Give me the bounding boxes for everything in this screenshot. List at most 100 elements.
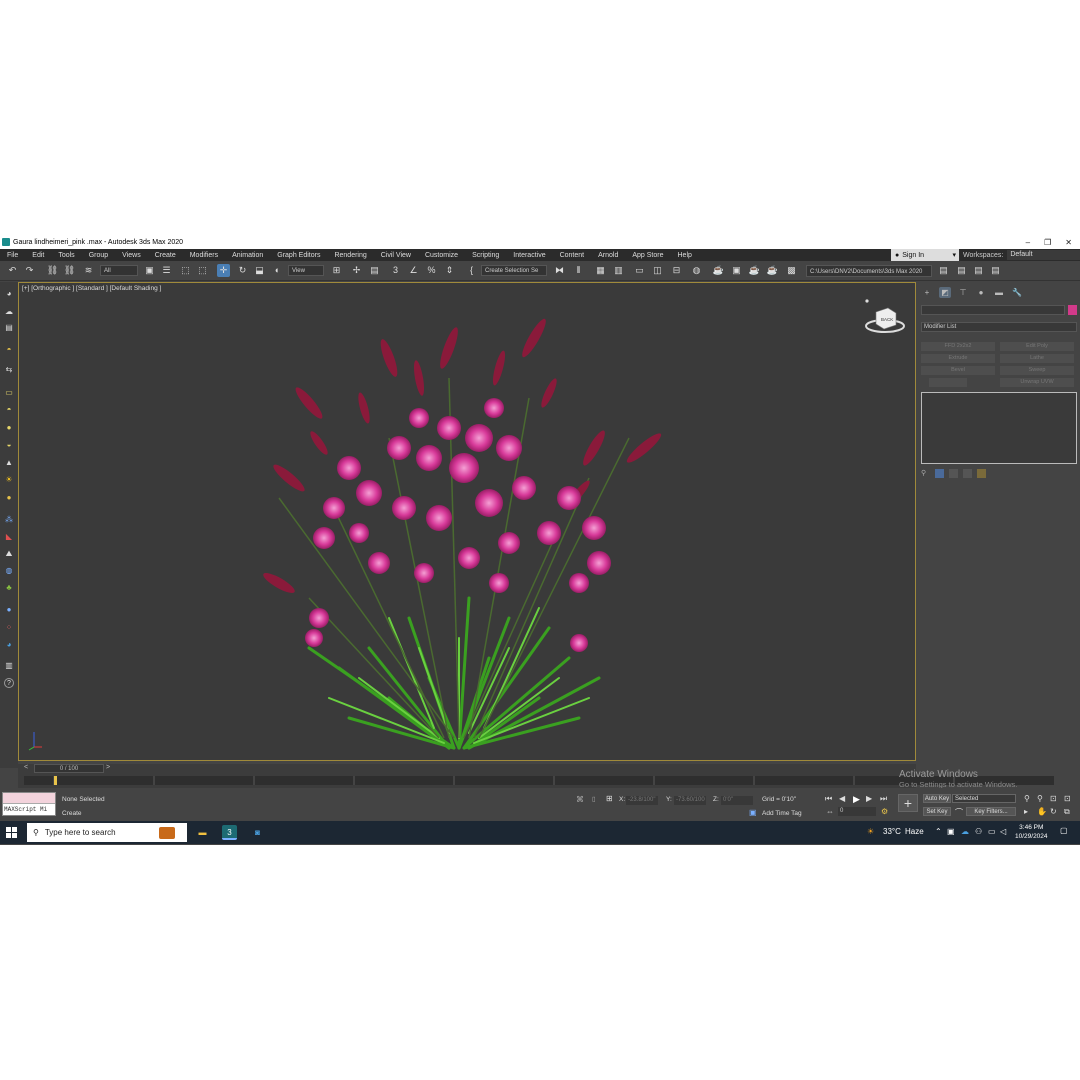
show-end-result-icon[interactable] bbox=[935, 469, 944, 478]
3ds-max-taskbar-icon[interactable]: 3 bbox=[222, 825, 237, 840]
object-color-swatch[interactable] bbox=[1068, 305, 1077, 315]
remove-modifier-icon[interactable] bbox=[963, 469, 972, 478]
time-slider[interactable]: 0 / 100 bbox=[34, 764, 104, 773]
menu-tools[interactable]: Tools bbox=[51, 252, 81, 259]
placement-icon[interactable]: ◐ bbox=[271, 264, 284, 277]
menu-file[interactable]: File bbox=[0, 252, 25, 259]
network-icon[interactable]: ⚇ bbox=[975, 827, 982, 836]
rotate-icon[interactable]: ↻ bbox=[236, 264, 249, 277]
add-time-tag-button[interactable]: Add Time Tag bbox=[762, 810, 802, 817]
modifier-list-dropdown[interactable]: Modifier List bbox=[921, 322, 1077, 332]
z-coordinate-field[interactable]: 0'0" bbox=[721, 796, 753, 805]
menu-app-store[interactable]: App Store bbox=[625, 252, 670, 259]
key-tangent-icon[interactable]: ⌒ bbox=[955, 807, 963, 818]
workspace-dropdown[interactable]: Default bbox=[1007, 250, 1080, 260]
box-icon[interactable]: ▭ bbox=[3, 387, 15, 398]
pin-stack-icon[interactable]: ⚲ bbox=[921, 469, 930, 478]
display-tab-icon[interactable]: ▬ bbox=[993, 287, 1005, 298]
menu-graph-editors[interactable]: Graph Editors bbox=[270, 252, 327, 259]
layer-explorer-icon[interactable]: ▥ bbox=[612, 264, 625, 277]
field-of-view-icon[interactable]: ▸ bbox=[1024, 807, 1028, 816]
link-icon[interactable]: ⛓ bbox=[46, 264, 59, 277]
hair-icon[interactable]: ⛰ bbox=[3, 548, 15, 559]
viewport-orthographic[interactable]: [+] [Orthographic ] [Standard ] [Default… bbox=[18, 282, 916, 761]
render-cloud-icon[interactable]: ▩ bbox=[785, 264, 798, 277]
unlink-icon[interactable]: ⛓ bbox=[63, 264, 76, 277]
selection-region-icon[interactable]: ⬚ bbox=[179, 264, 192, 277]
bind-spacewarp-icon[interactable]: ≋ bbox=[82, 264, 95, 277]
angle-snap-icon[interactable]: ∠ bbox=[407, 264, 420, 277]
align-icon[interactable]: ⫴ bbox=[572, 264, 585, 277]
ribbon-icon[interactable]: ▭ bbox=[633, 264, 646, 277]
play-icon[interactable]: ▶ bbox=[853, 794, 860, 805]
open-project-icon[interactable]: ▤ bbox=[955, 264, 968, 277]
project-path-dropdown[interactable]: C:\Users\DNV2\Documents\3ds Max 2020 bbox=[806, 265, 932, 277]
configure-sets-icon[interactable] bbox=[977, 469, 986, 478]
menu-create[interactable]: Create bbox=[148, 252, 183, 259]
help-icon[interactable]: ? bbox=[4, 678, 14, 688]
scale-icon[interactable]: ⬓ bbox=[253, 264, 266, 277]
orbit-icon[interactable]: ↻ bbox=[1050, 807, 1057, 816]
modify-tab-icon[interactable]: ◩ bbox=[939, 287, 951, 298]
menu-scripting[interactable]: Scripting bbox=[465, 252, 506, 259]
y-coordinate-field[interactable]: -73.60/100 bbox=[674, 796, 706, 805]
menu-interactive[interactable]: Interactive bbox=[506, 252, 552, 259]
menu-civil-view[interactable]: Civil View bbox=[374, 252, 418, 259]
close-button[interactable]: ✕ bbox=[1065, 238, 1072, 247]
maxscript-output[interactable] bbox=[3, 793, 55, 804]
zoom-icon[interactable]: ⚲ bbox=[1024, 794, 1030, 803]
next-frame-button[interactable]: > bbox=[106, 764, 110, 771]
set-key-button[interactable]: Set Key bbox=[923, 807, 951, 816]
sphere-icon[interactable]: ● bbox=[3, 422, 15, 433]
object-name-field[interactable] bbox=[921, 305, 1065, 315]
rendered-frame-icon[interactable]: ▣ bbox=[730, 264, 743, 277]
material-sphere-icon[interactable]: ● bbox=[3, 604, 15, 615]
modifier-button-bevel[interactable]: Bevel bbox=[921, 366, 995, 375]
color-dots-icon[interactable]: ⁘ bbox=[3, 622, 15, 633]
cameras-icon[interactable]: ⇆ bbox=[3, 364, 15, 375]
modifier-button-sweep[interactable]: Sweep bbox=[1000, 366, 1074, 375]
selection-set-icon[interactable]: ◕ bbox=[3, 639, 15, 650]
speaker-icon[interactable]: ◁ bbox=[1000, 827, 1006, 836]
lights-icon[interactable]: ◓ bbox=[3, 344, 15, 355]
dome-icon[interactable]: ● bbox=[3, 492, 15, 503]
auto-key-button[interactable]: Auto Key bbox=[923, 794, 951, 803]
menu-arnold[interactable]: Arnold bbox=[591, 252, 625, 259]
go-to-end-icon[interactable]: ⏭ bbox=[880, 794, 887, 804]
sun-icon[interactable]: ☀ bbox=[3, 474, 15, 485]
teapot-icon[interactable]: ◒ bbox=[3, 439, 15, 450]
absolute-mode-icon[interactable]: ⊞ bbox=[606, 794, 613, 803]
x-coordinate-field[interactable]: -23.8/100" bbox=[626, 796, 658, 805]
create-tab-icon[interactable]: + bbox=[921, 287, 933, 298]
modifier-button-unwrap[interactable]: Unwrap UVW bbox=[1000, 378, 1074, 387]
selection-filter-dropdown[interactable]: All bbox=[100, 265, 138, 276]
render-production-icon[interactable]: ☕ bbox=[748, 264, 761, 277]
menu-customize[interactable]: Customize bbox=[418, 252, 465, 259]
key-mode-dropdown[interactable]: Selected bbox=[952, 794, 1016, 803]
curve-editor-icon[interactable]: ◫ bbox=[651, 264, 664, 277]
lock-selection-icon[interactable]: ▯ bbox=[592, 795, 596, 803]
menu-views[interactable]: Views bbox=[115, 252, 148, 259]
sign-in-dropdown[interactable]: ● Sign In ▾ bbox=[891, 249, 959, 261]
keyboard-shortcut-icon[interactable]: ▤ bbox=[368, 264, 381, 277]
spinner-snap-icon[interactable]: ⇕ bbox=[443, 264, 456, 277]
foliage-icon[interactable]: ♣ bbox=[3, 582, 15, 593]
create-project-icon[interactable]: ▤ bbox=[972, 264, 985, 277]
render-iterative-icon[interactable]: ☕ bbox=[766, 264, 779, 277]
scene-explorer-icon[interactable]: ▦ bbox=[594, 264, 607, 277]
menu-animation[interactable]: Animation bbox=[225, 252, 270, 259]
plant-model[interactable] bbox=[249, 318, 679, 758]
windows-start-icon[interactable] bbox=[6, 827, 17, 838]
particles-icon[interactable]: ⁂ bbox=[3, 514, 15, 525]
viewcube-home-icon[interactable] bbox=[865, 299, 869, 303]
zoom-extents-icon[interactable]: ⊡ bbox=[1050, 794, 1057, 803]
snaps-toggle-icon[interactable]: 3 bbox=[389, 264, 402, 277]
pivot-center-icon[interactable]: ⊞ bbox=[330, 264, 343, 277]
schematic-view-icon[interactable]: ⊟ bbox=[670, 264, 683, 277]
next-key-icon[interactable]: ▶ bbox=[866, 794, 872, 803]
taskbar-search[interactable]: ⚲ Type here to search bbox=[27, 823, 187, 842]
modifier-button-blank[interactable] bbox=[929, 378, 967, 387]
viewcube[interactable]: BACK bbox=[864, 298, 906, 338]
show-hidden-icons-icon[interactable]: ⌃ bbox=[935, 827, 942, 836]
modifier-stack[interactable] bbox=[921, 392, 1077, 464]
